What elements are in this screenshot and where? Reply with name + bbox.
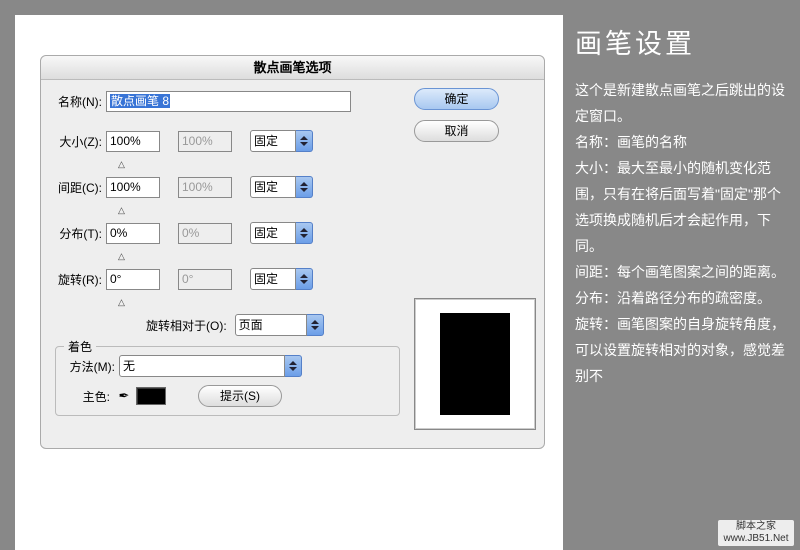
watermark: 脚本之家 www.JB51.Net	[718, 520, 794, 546]
rotation-relative-label: 旋转相对于(O):	[146, 317, 231, 334]
rotation-input-max: 0°	[178, 269, 232, 290]
size-input-min[interactable]: 100%	[106, 131, 160, 152]
scatter-input-min[interactable]: 0%	[106, 223, 160, 244]
size-input-max: 100%	[178, 131, 232, 152]
name-label: 名称(N):	[51, 93, 106, 110]
key-color-label: 主色:	[64, 388, 116, 405]
size-label: 大小(Z):	[51, 133, 106, 150]
annotation-text: 旋转：画笔图案的自身旋转角度，可以设置旋转相对的对象，感觉差别不	[575, 311, 790, 389]
annotation-text: 名称：画笔的名称	[575, 129, 790, 155]
spacing-label: 间距(C):	[51, 179, 106, 196]
scatter-input-max: 0%	[178, 223, 232, 244]
method-label: 方法(M):	[64, 358, 119, 375]
annotation-text: 分布：沿着路径分布的疏密度。	[575, 285, 790, 311]
scatter-mode-select[interactable]: 固定	[250, 222, 313, 244]
slider-thumb-icon[interactable]	[118, 206, 130, 214]
slider-thumb-icon[interactable]	[118, 298, 130, 306]
ok-button[interactable]: 确定	[414, 88, 499, 110]
spacing-input-min[interactable]: 100%	[106, 177, 160, 198]
rotation-input-min[interactable]: 0°	[106, 269, 160, 290]
rotation-label: 旋转(R):	[51, 271, 106, 288]
dialog-title: 散点画笔选项	[41, 56, 544, 80]
scatter-label: 分布(T):	[51, 225, 106, 242]
eyedropper-icon[interactable]: ✒	[116, 388, 132, 404]
dropdown-arrow-icon	[296, 268, 313, 290]
scatter-brush-options-dialog: 散点画笔选项 名称(N): 散点画笔 8 大小(Z): 100% 100% 固定…	[40, 55, 545, 449]
annotation-text: 这个是新建散点画笔之后跳出的设定窗口。	[575, 77, 790, 129]
key-color-swatch[interactable]	[136, 387, 166, 405]
size-mode-select[interactable]: 固定	[250, 130, 313, 152]
cancel-button[interactable]: 取消	[414, 120, 499, 142]
name-input[interactable]: 散点画笔 8	[106, 91, 351, 112]
dropdown-arrow-icon	[307, 314, 324, 336]
dropdown-arrow-icon	[296, 176, 313, 198]
dropdown-arrow-icon	[285, 355, 302, 377]
spacing-input-max: 100%	[178, 177, 232, 198]
brush-preview	[414, 298, 536, 430]
tips-button[interactable]: 提示(S)	[198, 385, 282, 407]
annotation-text: 大小：最大至最小的随机变化范围，只有在将后面写着"固定"那个选项换成随机后才会起…	[575, 155, 790, 259]
rotation-relative-select[interactable]: 页面	[235, 314, 324, 336]
slider-thumb-icon[interactable]	[118, 252, 130, 260]
colorization-legend: 着色	[64, 338, 96, 355]
dropdown-arrow-icon	[296, 222, 313, 244]
preview-shape	[440, 313, 510, 415]
colorization-group: 着色 方法(M): 无 主色: ✒ 提示(S)	[55, 346, 400, 416]
spacing-mode-select[interactable]: 固定	[250, 176, 313, 198]
rotation-mode-select[interactable]: 固定	[250, 268, 313, 290]
annotation-title: 画笔设置	[575, 22, 790, 61]
dropdown-arrow-icon	[296, 130, 313, 152]
method-select[interactable]: 无	[119, 355, 302, 377]
slider-thumb-icon[interactable]	[118, 160, 130, 168]
annotation-text: 间距：每个画笔图案之间的距离。	[575, 259, 790, 285]
annotation-sidebar: 画笔设置 这个是新建散点画笔之后跳出的设定窗口。 名称：画笔的名称 大小：最大至…	[575, 22, 790, 389]
